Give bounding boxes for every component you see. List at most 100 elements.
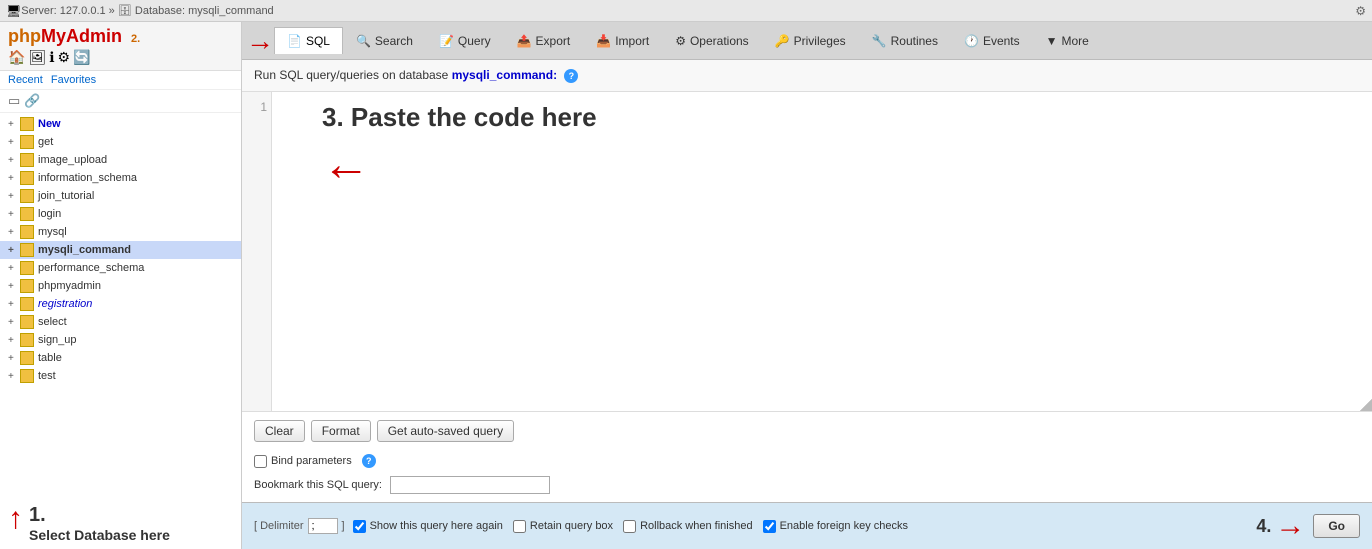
logo-myadmin: MyAdmin	[41, 26, 122, 46]
sql-db-name: mysqli_command:	[452, 68, 557, 82]
logo-php: php	[8, 26, 41, 46]
refresh-icon[interactable]: 🔄	[73, 49, 90, 66]
sidebar-db-item[interactable]: +performance_schema	[0, 259, 241, 277]
rollback-checkbox[interactable]	[623, 520, 636, 533]
show-query-label[interactable]: Show this query here again	[353, 520, 503, 533]
tab-import[interactable]: 📥 Import	[583, 27, 662, 54]
info-icon[interactable]: ℹ	[49, 49, 54, 66]
home-icon[interactable]: 🏠	[8, 49, 25, 66]
more-tab-label: More	[1062, 34, 1089, 48]
expand-icon: +	[8, 335, 18, 346]
content-area: → 📄 SQL 🔍 Search 📝 Query 📤 Export	[242, 22, 1372, 549]
tab-operations[interactable]: ⚙ Operations	[662, 27, 761, 54]
bind-params-help-icon[interactable]: ?	[362, 454, 376, 468]
image-icon[interactable]: 🖼	[28, 49, 46, 66]
phpmyadmin-logo: phpMyAdmin 2.	[8, 26, 140, 47]
tab-sql[interactable]: 📄 SQL	[274, 27, 343, 54]
bookmark-input[interactable]	[390, 476, 550, 494]
search-tab-label: Search	[375, 34, 413, 48]
collapse-icon[interactable]: ▭	[8, 93, 20, 109]
db-name-label: mysql	[38, 226, 67, 238]
db-icon	[20, 261, 34, 275]
tab-search[interactable]: 🔍 Search	[343, 27, 426, 54]
db-name-label: registration	[38, 298, 92, 310]
privileges-tab-label: Privileges	[794, 34, 846, 48]
bottom-bar: [ Delimiter ] Show this query here again…	[242, 502, 1372, 549]
favorites-link[interactable]: Favorites	[51, 74, 96, 86]
tab-events[interactable]: 🕐 Events	[951, 27, 1033, 54]
db-icon	[20, 243, 34, 257]
expand-icon: +	[8, 227, 18, 238]
step1-text: Select Database here	[29, 527, 170, 543]
db-name-label: New	[38, 118, 61, 130]
clear-button[interactable]: Clear	[254, 420, 305, 442]
go-button[interactable]: Go	[1313, 514, 1360, 538]
retain-query-checkbox[interactable]	[513, 520, 526, 533]
expand-icon: +	[8, 299, 18, 310]
resize-handle[interactable]	[1360, 399, 1372, 411]
sidebar-db-item[interactable]: + mysql	[0, 223, 241, 241]
routines-tab-label: Routines	[891, 34, 938, 48]
show-query-checkbox[interactable]	[353, 520, 366, 533]
settings-icon[interactable]: ⚙	[1355, 4, 1366, 18]
sidebar-db-item[interactable]: +New	[0, 115, 241, 133]
sidebar-db-item[interactable]: + registration	[0, 295, 241, 313]
sidebar-links: Recent Favorites	[0, 71, 241, 90]
delimiter-input[interactable]	[308, 518, 338, 534]
sidebar-action-icons: ▭ 🔗	[0, 90, 241, 113]
rollback-label[interactable]: Rollback when finished	[623, 520, 753, 533]
sidebar-db-item[interactable]: +get	[0, 133, 241, 151]
db-icon	[20, 153, 34, 167]
bind-params-checkbox[interactable]	[254, 455, 267, 468]
db-name-label: image_upload	[38, 154, 107, 166]
sql-help-icon[interactable]: ?	[564, 69, 578, 83]
db-icon	[20, 189, 34, 203]
step4-arrow-icon: →	[1275, 509, 1305, 543]
sidebar-db-item[interactable]: +table	[0, 349, 241, 367]
expand-icon: +	[8, 245, 18, 256]
sidebar-db-item[interactable]: +join_tutorial	[0, 187, 241, 205]
expand-icon: +	[8, 353, 18, 364]
sidebar-icon-row: 🏠 🖼 ℹ ⚙ 🔄	[8, 49, 140, 66]
tab-routines[interactable]: 🔧 Routines	[859, 27, 951, 54]
bind-params-label[interactable]: Bind parameters	[254, 455, 352, 468]
tab-query[interactable]: 📝 Query	[426, 27, 504, 54]
db-icon	[20, 279, 34, 293]
db-icon	[20, 135, 34, 149]
db-icon	[20, 117, 34, 131]
db-name-label: information_schema	[38, 172, 137, 184]
tab-export[interactable]: 📤 Export	[504, 27, 584, 54]
db-icon	[20, 171, 34, 185]
bottom-checkboxes: Show this query here again Retain query …	[353, 520, 1249, 533]
step2-badge: 2.	[131, 33, 140, 45]
foreign-key-text: Enable foreign key checks	[780, 520, 908, 532]
retain-query-label[interactable]: Retain query box	[513, 520, 613, 533]
expand-icon: +	[8, 263, 18, 274]
sidebar-db-item[interactable]: +sign_up	[0, 331, 241, 349]
sidebar-db-item[interactable]: +phpmyadmin	[0, 277, 241, 295]
search-tab-icon: 🔍	[356, 34, 371, 48]
operations-tab-icon: ⚙	[675, 34, 686, 48]
recent-link[interactable]: Recent	[8, 74, 43, 86]
foreign-key-checkbox[interactable]	[763, 520, 776, 533]
sidebar-db-item[interactable]: +login	[0, 205, 241, 223]
tab-more[interactable]: ▼ More	[1033, 27, 1102, 54]
sql-tab-label: SQL	[306, 34, 330, 48]
delimiter-label: [ Delimiter	[254, 520, 304, 532]
sidebar-db-item[interactable]: +information_schema	[0, 169, 241, 187]
sidebar-db-item[interactable]: +test	[0, 367, 241, 385]
sidebar-db-item[interactable]: + image_upload	[0, 151, 241, 169]
sql-editor[interactable]	[272, 92, 1372, 411]
sidebar-db-item[interactable]: +mysqli_command	[0, 241, 241, 259]
events-tab-label: Events	[983, 34, 1020, 48]
settings-icon2[interactable]: ⚙	[58, 49, 71, 66]
events-tab-icon: 🕐	[964, 34, 979, 48]
foreign-key-label[interactable]: Enable foreign key checks	[763, 520, 908, 533]
sidebar-db-item[interactable]: +select	[0, 313, 241, 331]
link-icon[interactable]: 🔗	[24, 93, 40, 109]
tab-privileges[interactable]: 🔑 Privileges	[762, 27, 859, 54]
db-icon	[20, 225, 34, 239]
autosave-button[interactable]: Get auto-saved query	[377, 420, 514, 442]
expand-icon: +	[8, 155, 18, 166]
format-button[interactable]: Format	[311, 420, 371, 442]
